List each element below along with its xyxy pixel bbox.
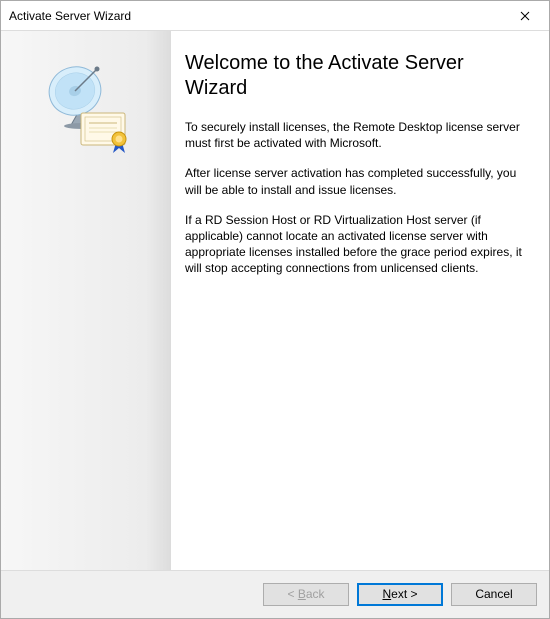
next-mnemonic: N <box>382 587 391 601</box>
window-title: Activate Server Wizard <box>9 9 502 23</box>
button-row: < Back Next > Cancel <box>1 570 549 618</box>
titlebar: Activate Server Wizard <box>1 1 549 31</box>
back-mnemonic: B <box>298 587 306 601</box>
page-heading: Welcome to the Activate Server Wizard <box>185 51 527 101</box>
close-button[interactable] <box>502 2 547 30</box>
next-rest: ext > <box>391 587 417 601</box>
back-rest: ack <box>306 587 325 601</box>
wizard-window: Activate Server Wizard <box>0 0 550 619</box>
satellite-dish-certificate-icon <box>36 55 136 158</box>
back-prefix: < <box>287 587 297 601</box>
cancel-button[interactable]: Cancel <box>451 583 537 606</box>
intro-paragraph-2: After license server activation has comp… <box>185 165 527 197</box>
intro-paragraph-3: If a RD Session Host or RD Virtualizatio… <box>185 212 527 277</box>
side-panel <box>1 31 171 570</box>
back-button[interactable]: < Back <box>263 583 349 606</box>
wizard-content: Welcome to the Activate Server Wizard To… <box>1 31 549 570</box>
next-button[interactable]: Next > <box>357 583 443 606</box>
close-icon <box>520 11 530 21</box>
main-panel: Welcome to the Activate Server Wizard To… <box>171 31 549 570</box>
intro-paragraph-1: To securely install licenses, the Remote… <box>185 119 527 151</box>
